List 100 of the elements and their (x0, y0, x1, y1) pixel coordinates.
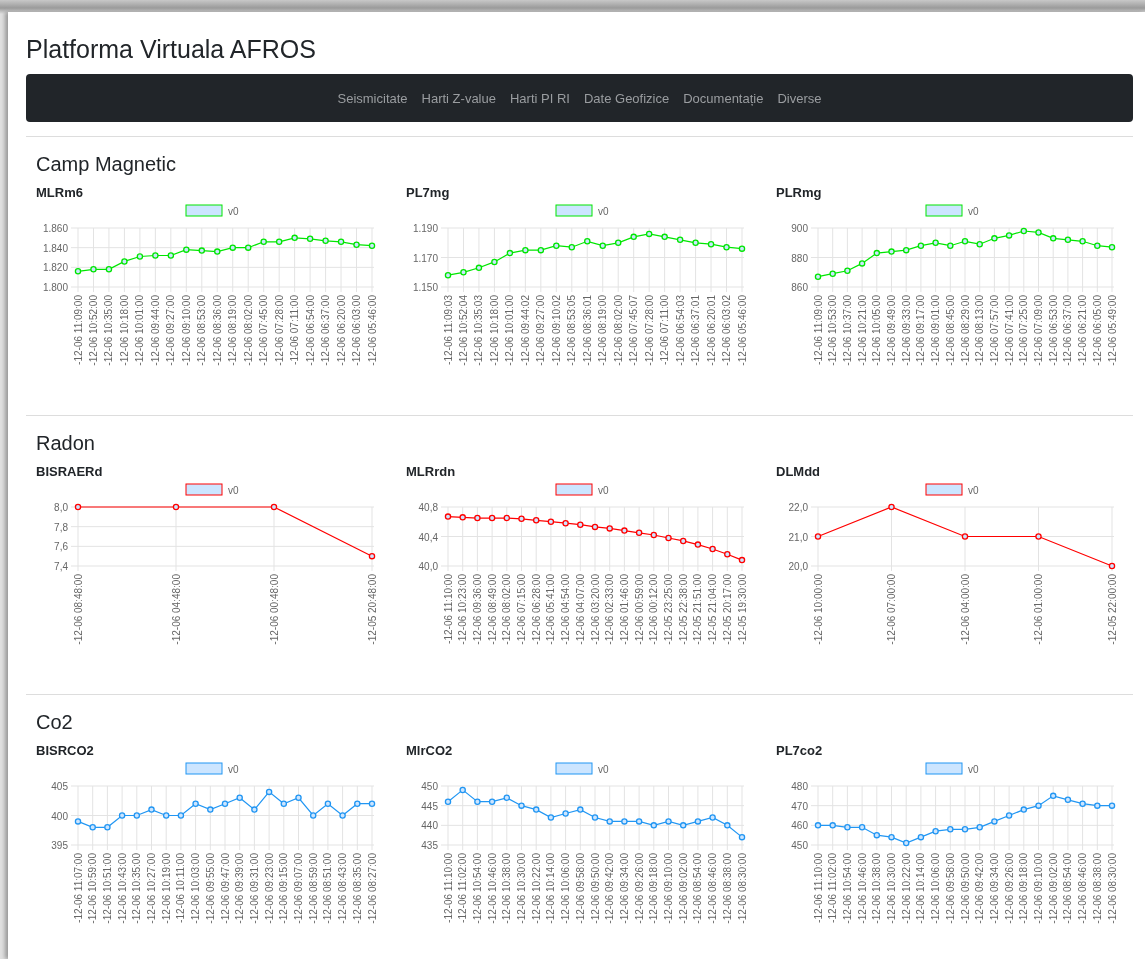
x-tick-label: -12-06 01:00:00 (1033, 574, 1044, 645)
x-tick-label: -12-05 22:38:00 (677, 574, 689, 645)
x-tick-label: -12-06 10:46:00 (856, 853, 868, 924)
y-tick-label: 880 (791, 252, 808, 264)
x-tick-label: -12-06 10:03:00 (190, 853, 202, 924)
y-tick-label: 435 (421, 840, 438, 851)
x-tick-label: -12-06 06:54:00 (304, 295, 316, 366)
x-tick-label: -12-06 08:46:00 (707, 853, 719, 924)
chart-title: BISRCO2 (36, 743, 95, 759)
x-tick-label: -12-06 10:19:00 (160, 853, 172, 924)
x-tick-label: -12-06 06:21:00 (1077, 295, 1089, 366)
x-tick-label: -12-06 10:23:00 (457, 574, 469, 645)
x-tick-label: -12-06 10:05:00 (871, 295, 883, 366)
y-tick-label: 1.820 (42, 262, 68, 274)
x-tick-label: -12-06 09:27:00 (165, 295, 177, 366)
x-tick-label: -12-05 19:30:00 (736, 574, 748, 645)
x-tick-label: -12-06 10:22:00 (900, 853, 912, 924)
y-tick-label: 7,6 (54, 541, 68, 553)
x-tick-label: -12-06 00:12:00 (648, 574, 660, 645)
x-tick-label: -12-06 10:14:00 (545, 853, 557, 924)
x-tick-label: -12-06 09:39:00 (234, 853, 246, 924)
x-tick-label: -12-06 08:45:00 (944, 295, 956, 366)
x-tick-label: -12-06 08:19:00 (227, 295, 239, 366)
legend-label: v0 (598, 763, 609, 775)
x-tick-label: -12-06 08:30:00 (736, 853, 748, 924)
x-tick-label: -12-06 09:10:00 (663, 853, 674, 924)
x-tick-label: -12-06 02:33:00 (604, 574, 616, 645)
x-tick-label: -12-06 08:36:00 (211, 295, 223, 366)
x-tick-label: -12-06 07:45:07 (628, 295, 640, 366)
x-tick-label: -12-06 10:21:00 (856, 295, 868, 366)
x-tick-label: -12-06 09:01:00 (930, 295, 942, 366)
x-tick-label: -12-06 06:20:01 (705, 295, 717, 366)
x-tick-label: -12-06 10:01:00 (504, 295, 516, 366)
y-tick-label: 20,0 (788, 561, 808, 572)
legend-label: v0 (228, 484, 239, 496)
y-tick-label: 8,0 (54, 502, 68, 513)
x-tick-label: -12-06 09:07:00 (293, 853, 304, 924)
x-tick-label: -12-06 08:38:00 (721, 853, 733, 924)
x-tick-label: -12-06 11:09:03 (442, 295, 454, 365)
chart-title: MlrCO2 (406, 743, 454, 759)
x-tick-label: -12-06 11:10:00 (442, 574, 454, 644)
x-tick-label: -12-06 09:50:00 (589, 853, 601, 924)
site-title: Platforma Virtuala AFROS (26, 34, 317, 65)
x-tick-label: -12-06 10:54:00 (471, 853, 483, 924)
x-tick-label: -12-06 10:11:00 (175, 853, 187, 923)
x-tick-label: -12-06 09:31:00 (248, 853, 260, 924)
x-tick-label: -12-06 10:18:00 (118, 295, 130, 366)
x-tick-label: -12-06 11:07:00 (72, 853, 84, 923)
y-tick-label: 405 (51, 781, 68, 792)
x-tick-label: -12-06 04:00:00 (959, 574, 971, 645)
x-tick-label: -12-06 09:15:00 (278, 853, 290, 924)
y-tick-label: 480 (791, 781, 808, 792)
x-tick-label: -12-06 09:58:00 (574, 853, 586, 924)
x-tick-label: -12-06 07:11:00 (659, 295, 671, 365)
x-tick-label: -12-06 11:09:00 (72, 295, 84, 365)
x-tick-label: -12-06 08:13:00 (974, 295, 986, 366)
x-tick-label: -12-06 07:09:00 (1033, 295, 1044, 366)
y-tick-label: 860 (791, 282, 808, 293)
section-title: Camp Magnetic (36, 152, 178, 177)
x-tick-label: -12-06 07:28:00 (643, 295, 655, 366)
x-tick-label: -12-06 10:35:00 (131, 853, 143, 924)
x-tick-label: -12-06 10:22:00 (530, 853, 542, 924)
x-tick-label: -12-06 11:02:00 (827, 853, 839, 923)
x-tick-label: -12-06 10:38:00 (501, 853, 513, 924)
x-tick-label: -12-06 09:23:00 (263, 853, 275, 924)
x-tick-label: -12-06 04:48:00 (170, 574, 182, 645)
x-tick-label: -12-06 08:36:01 (581, 295, 593, 366)
y-tick-label: 1.840 (42, 242, 68, 254)
chart-title: PL7co2 (776, 743, 824, 759)
y-tick-label: 7,8 (54, 521, 68, 533)
y-tick-label: 1.170 (412, 252, 438, 264)
x-tick-label: -12-06 10:27:00 (146, 853, 157, 924)
x-tick-label: -12-06 09:26:00 (633, 853, 645, 924)
chart-title: MLRm6 (36, 185, 84, 201)
x-tick-label: -12-06 07:00:00 (886, 574, 897, 645)
legend-label: v0 (228, 763, 239, 775)
section-title: Co2 (36, 710, 74, 735)
x-tick-label: -12-06 09:55:00 (204, 853, 216, 924)
x-tick-label: -12-06 08:54:00 (692, 853, 704, 924)
x-tick-label: -12-06 09:36:00 (471, 574, 483, 645)
legend-label: v0 (228, 205, 239, 217)
y-tick-label: 395 (51, 840, 68, 851)
x-tick-label: -12-06 08:51:00 (322, 853, 334, 924)
y-tick-label: 1.860 (42, 223, 68, 234)
x-tick-label: -12-06 10:35:00 (103, 295, 115, 366)
x-tick-label: -12-06 11:10:00 (812, 853, 824, 923)
x-tick-label: -12-06 09:02:00 (677, 853, 689, 924)
y-tick-label: 470 (791, 800, 808, 812)
x-tick-label: -12-05 21:51:00 (692, 574, 704, 645)
legend-label: v0 (968, 484, 979, 496)
x-tick-label: -12-06 09:27:00 (535, 295, 547, 366)
x-tick-label: -12-06 10:18:00 (488, 295, 500, 366)
x-tick-label: -12-06 06:28:00 (530, 574, 542, 645)
x-tick-label: -12-06 07:11:00 (289, 295, 301, 365)
x-tick-label: -12-06 08:54:00 (1062, 853, 1074, 924)
y-tick-label: 445 (421, 800, 438, 812)
y-tick-label: 1.800 (42, 282, 68, 293)
x-tick-label: -12-06 08:19:00 (597, 295, 609, 366)
y-tick-label: 21,0 (788, 531, 808, 543)
x-tick-label: -12-06 11:02:00 (457, 853, 469, 923)
